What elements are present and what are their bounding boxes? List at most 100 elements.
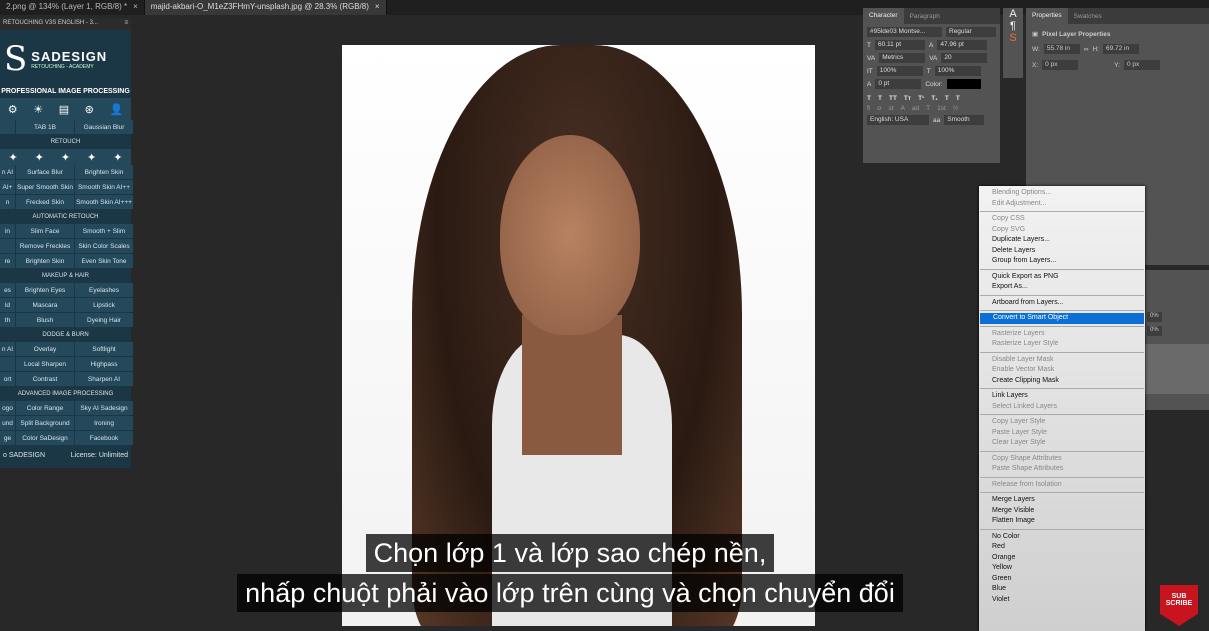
type-style-button[interactable]: T bbox=[945, 95, 949, 102]
action-button[interactable]: ogo bbox=[0, 401, 15, 415]
action-button[interactable]: Skin Color Scales bbox=[75, 239, 133, 253]
menu-item[interactable]: Flatten Image bbox=[979, 516, 1145, 527]
subscribe-badge[interactable]: SUB SCRIBE bbox=[1160, 585, 1198, 626]
menu-icon[interactable]: ≡ bbox=[124, 20, 128, 28]
action-button[interactable] bbox=[0, 120, 15, 134]
action-button[interactable]: Sharpen AI bbox=[75, 372, 133, 386]
doc-tab-active[interactable]: majid-akbari-O_M1eZ3FHmY-unsplash.jpg @ … bbox=[144, 0, 387, 15]
opentype-button[interactable]: T bbox=[926, 105, 930, 112]
menu-item[interactable]: Duplicate Layers... bbox=[979, 235, 1145, 246]
action-button[interactable]: Gaussian Blur bbox=[75, 120, 133, 134]
menu-item[interactable]: Link Layers bbox=[979, 391, 1145, 402]
paragraph-panel-icon[interactable]: ¶ bbox=[1003, 20, 1023, 32]
action-button[interactable]: Brighten Skin bbox=[16, 254, 74, 268]
opentype-button[interactable]: st bbox=[889, 105, 894, 112]
menu-item[interactable]: Convert to Smart Object bbox=[980, 313, 1144, 324]
action-button[interactable] bbox=[0, 239, 15, 253]
action-button[interactable]: Contrast bbox=[16, 372, 74, 386]
tab-character[interactable]: Character bbox=[863, 8, 904, 24]
font-style-select[interactable]: Regular bbox=[946, 27, 996, 37]
tab-swatches[interactable]: Swatches bbox=[1068, 13, 1108, 20]
action-button[interactable]: Ironing bbox=[75, 416, 133, 430]
height-field[interactable]: 69.72 in bbox=[1102, 44, 1139, 54]
brush-icon[interactable]: ✦ bbox=[8, 151, 17, 164]
bandage-icon[interactable]: ✦ bbox=[61, 151, 70, 164]
x-field[interactable]: 0 px bbox=[1042, 60, 1079, 70]
type-style-button[interactable]: T bbox=[878, 95, 882, 102]
user-icon[interactable]: 👤 bbox=[109, 103, 123, 116]
action-button[interactable]: n AI bbox=[0, 165, 15, 179]
action-button[interactable]: und bbox=[0, 416, 15, 430]
type-style-button[interactable]: T₁ bbox=[931, 95, 938, 102]
opentype-button[interactable]: A bbox=[901, 105, 905, 112]
leading-field[interactable]: 47.96 pt bbox=[937, 40, 988, 50]
action-button[interactable]: in bbox=[0, 224, 15, 238]
action-button[interactable]: ge bbox=[0, 431, 15, 445]
action-button[interactable]: ort bbox=[0, 372, 15, 386]
settings-icon[interactable]: ⚙ bbox=[8, 103, 18, 116]
action-button[interactable]: n AI bbox=[0, 342, 15, 356]
action-button[interactable]: es bbox=[0, 283, 15, 297]
action-button[interactable]: Super Smooth Skin bbox=[16, 180, 74, 194]
action-button[interactable]: Smooth Skin AI++ bbox=[75, 180, 133, 194]
action-button[interactable]: Sky AI Sadesign bbox=[75, 401, 133, 415]
action-button[interactable]: Smooth Skin AI+++ bbox=[75, 195, 133, 209]
opentype-button[interactable]: ad bbox=[912, 105, 919, 112]
action-button[interactable]: n bbox=[0, 195, 15, 209]
language-select[interactable]: English: USA bbox=[867, 115, 929, 125]
document-icon[interactable]: ▤ bbox=[59, 103, 69, 116]
doc-tab[interactable]: 2.png @ 134% (Layer 1, RGB/8) * × bbox=[0, 0, 145, 15]
tracking-field[interactable]: 20 bbox=[941, 53, 988, 63]
action-button[interactable]: Slim Face bbox=[16, 224, 74, 238]
menu-item[interactable]: Create Clipping Mask bbox=[979, 376, 1145, 387]
chip-icon[interactable]: ✦ bbox=[113, 151, 122, 164]
action-button[interactable]: Frecked Skin bbox=[16, 195, 74, 209]
horizontal-scale-field[interactable]: 100% bbox=[934, 66, 981, 76]
opentype-button[interactable]: 1st bbox=[937, 105, 946, 112]
type-style-button[interactable]: TT bbox=[889, 95, 897, 102]
type-style-button[interactable]: T bbox=[867, 95, 871, 102]
action-button[interactable]: Color Range bbox=[16, 401, 74, 415]
action-button[interactable]: Local Sharpen bbox=[16, 357, 74, 371]
opentype-button[interactable]: ½ bbox=[953, 105, 958, 112]
action-button[interactable]: Blush bbox=[16, 313, 74, 327]
action-button[interactable]: Remove Freckles bbox=[16, 239, 74, 253]
panel-title-bar[interactable]: RETOUCHING V3S ENGLISH - 3... ≡ bbox=[0, 18, 131, 30]
action-button[interactable]: AI+ bbox=[0, 180, 15, 194]
action-button[interactable]: Highpass bbox=[75, 357, 133, 371]
baseline-field[interactable]: 0 pt bbox=[875, 79, 922, 89]
menu-item[interactable]: Group from Layers... bbox=[979, 256, 1145, 267]
menu-item[interactable]: Delete Layers bbox=[979, 246, 1145, 257]
action-button[interactable]: Brighten Skin bbox=[75, 165, 133, 179]
action-button[interactable]: th bbox=[0, 313, 15, 327]
action-button[interactable]: Even Skin Tone bbox=[75, 254, 133, 268]
brightness-icon[interactable]: ☀ bbox=[33, 103, 43, 116]
action-button[interactable]: Lipstick bbox=[75, 298, 133, 312]
action-button[interactable]: Smooth + Slim bbox=[75, 224, 133, 238]
close-icon[interactable]: × bbox=[375, 2, 380, 13]
type-style-button[interactable]: Tт bbox=[904, 95, 911, 102]
opentype-button[interactable]: ơ bbox=[877, 105, 881, 112]
character-panel-icon[interactable]: A bbox=[1003, 8, 1023, 20]
action-button[interactable]: Mascara bbox=[16, 298, 74, 312]
type-style-button[interactable]: T bbox=[956, 95, 960, 102]
menu-item[interactable]: Quick Export as PNG bbox=[979, 272, 1145, 283]
menu-item[interactable]: Export As... bbox=[979, 282, 1145, 293]
layer-rows[interactable] bbox=[1145, 344, 1209, 394]
fill-field[interactable]: 0% bbox=[1147, 326, 1162, 336]
stamp-icon[interactable]: ✦ bbox=[35, 151, 44, 164]
action-button[interactable]: Surface Blur bbox=[16, 165, 74, 179]
color-circles-icon[interactable]: ⊛ bbox=[85, 103, 94, 116]
close-icon[interactable]: × bbox=[133, 2, 138, 13]
action-button[interactable]: TAB 1B bbox=[16, 120, 74, 134]
action-button[interactable] bbox=[0, 357, 15, 371]
action-button[interactable]: Overlay bbox=[16, 342, 74, 356]
sadesign-panel-icon[interactable]: S bbox=[1003, 32, 1023, 44]
antialias-select[interactable]: Smooth bbox=[944, 115, 985, 125]
color-swatch[interactable] bbox=[946, 79, 981, 89]
action-button[interactable]: Softlight bbox=[75, 342, 133, 356]
tab-properties[interactable]: Properties bbox=[1026, 8, 1068, 24]
action-button[interactable]: Facebook bbox=[75, 431, 133, 445]
menu-item[interactable]: Merge Layers bbox=[979, 495, 1145, 506]
menu-item[interactable]: Merge Visible bbox=[979, 506, 1145, 517]
